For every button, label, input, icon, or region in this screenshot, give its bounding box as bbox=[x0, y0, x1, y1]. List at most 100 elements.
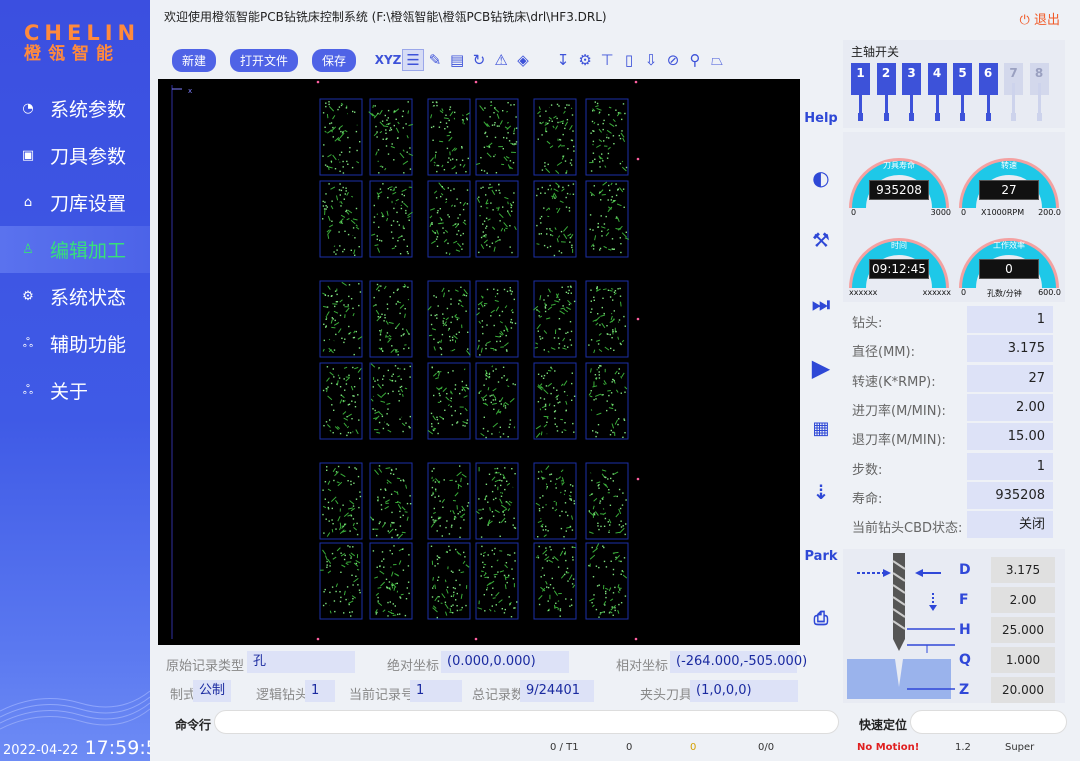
clock-date: 2022-04-22 bbox=[3, 743, 79, 758]
exit-label: 退出 bbox=[1033, 13, 1060, 28]
save-button[interactable]: 保存 bbox=[312, 48, 357, 72]
spindle-number: 5 bbox=[953, 63, 972, 83]
drill-param-label: H bbox=[959, 622, 971, 638]
help-button[interactable]: Help bbox=[804, 103, 837, 133]
drill-param-value[interactable]: 20.000 bbox=[991, 677, 1055, 703]
param-label: 直径(MM): bbox=[852, 345, 915, 361]
origin-icon[interactable]: ◐ bbox=[806, 163, 836, 193]
window-title: 欢迎使用橙瓴智能PCB钻铣床控制系统 (F:\橙瓴智能\橙瓴PCB钻铣床\drl… bbox=[164, 10, 607, 24]
no-tool-icon[interactable]: ⊘ bbox=[662, 49, 684, 71]
time-label: 时间 bbox=[891, 241, 907, 250]
sidebar: CHELIN 橙瓴智能 ◔ 系统参数 ▣ 刀具参数 ⌂ 刀库设置 ♙ 编辑加工 ⚙ 系统状态 ஃ 辅助… bbox=[0, 0, 150, 761]
pcb-drawing: x bbox=[171, 80, 640, 641]
total-records-label: 总记录数 bbox=[472, 688, 525, 703]
new-button[interactable]: 新建 bbox=[172, 48, 217, 72]
unit-value: 公制 bbox=[193, 680, 231, 702]
user-level: Super bbox=[1005, 742, 1035, 753]
drill-param-value[interactable]: 1.000 bbox=[991, 647, 1055, 673]
param-value: 2.00 bbox=[967, 393, 1053, 421]
sidebar-item-1[interactable]: ▣ 刀具参数 bbox=[0, 132, 150, 179]
exit-button[interactable]: ⏻ 退出 bbox=[1020, 9, 1060, 28]
tool-life-label: 刀具寿命 bbox=[883, 161, 915, 170]
clock-time: 17:59:55 bbox=[84, 737, 150, 759]
drill-bit-icon[interactable]: ↧ bbox=[552, 49, 574, 71]
nav-icon: ⌂ bbox=[23, 195, 33, 210]
sidebar-item-label: 系统状态 bbox=[50, 287, 127, 309]
efficiency-label: 工作效率 bbox=[993, 241, 1025, 250]
open-file-button[interactable]: 打开文件 bbox=[230, 48, 299, 72]
tool-holder-icon[interactable]: ⊤ bbox=[596, 49, 618, 71]
side-toolbar: Help ◐ ⚒ ⏭ ▶ ▦ ⇣ Park ⎙ bbox=[802, 79, 840, 645]
play-icon[interactable]: ▶ bbox=[806, 353, 836, 383]
spindle-number: 4 bbox=[927, 63, 947, 83]
sidebar-item-4[interactable]: ⚙ 系统状态 bbox=[0, 273, 150, 320]
abs-coord-label: 绝对坐标 bbox=[387, 659, 440, 674]
tool-life-gauge: 刀具寿命 935208 0 3000 bbox=[847, 136, 951, 217]
param-row: 进刀率(M/MIN): 2.00 bbox=[843, 393, 1065, 423]
drill-param-label: Z bbox=[959, 682, 970, 698]
xyz-button[interactable]: XYZ bbox=[374, 49, 402, 71]
layers-icon[interactable]: ◈ bbox=[512, 49, 534, 71]
drill-down-icon[interactable]: ⇣ bbox=[806, 477, 836, 507]
param-label: 步数: bbox=[852, 462, 883, 478]
drill-param-label: F bbox=[959, 592, 969, 608]
drill-param-value[interactable]: 25.000 bbox=[991, 617, 1055, 643]
drill-param-value[interactable]: 2.00 bbox=[991, 587, 1055, 613]
rotate-icon[interactable]: ↻ bbox=[468, 49, 490, 71]
status-count-2: 0 bbox=[690, 742, 697, 753]
total-records-value: 9/24401 bbox=[520, 680, 594, 702]
probe-icon[interactable]: ⇩ bbox=[640, 49, 662, 71]
gear-tool-icon[interactable]: ⚙ bbox=[574, 49, 596, 71]
spindle-switch-7[interactable]: 7 bbox=[1004, 63, 1023, 121]
param-row: 退刀率(M/MIN): 15.00 bbox=[843, 423, 1065, 452]
spindle-icon[interactable]: ▯ bbox=[618, 49, 640, 71]
spindle-switch-4[interactable]: 4 bbox=[927, 63, 947, 121]
info-bar: 原始记录类型 孔 绝对坐标 (0.000,0.000) 相对坐标 (-264.0… bbox=[158, 648, 807, 704]
sidebar-item-0[interactable]: ◔ 系统参数 bbox=[0, 85, 150, 132]
tool-change-icon[interactable]: ⚒ bbox=[806, 225, 836, 255]
sidebar-item-2[interactable]: ⌂ 刀库设置 bbox=[0, 179, 150, 226]
efficiency-value: 0 bbox=[979, 259, 1039, 279]
rel-coord-value: (-264.000,-505.000) bbox=[670, 651, 807, 673]
drill-param-value[interactable]: 3.175 bbox=[991, 557, 1055, 583]
time-gauge: 时间 09:12:45 xxxxxx xxxxxx bbox=[847, 216, 951, 297]
edit-icon[interactable]: ✎ bbox=[424, 49, 446, 71]
nav-icon: ஃ bbox=[22, 335, 34, 351]
warning-icon[interactable]: ⚠ bbox=[490, 49, 512, 71]
step-icon[interactable]: ⏭ bbox=[806, 289, 836, 319]
param-label: 退刀率(M/MIN): bbox=[852, 433, 946, 449]
param-row: 钻头: 1 bbox=[843, 306, 1065, 335]
sidebar-item-5[interactable]: ஃ 辅助功能 bbox=[0, 320, 150, 367]
spindle-switch-5[interactable]: 5 bbox=[953, 63, 972, 121]
document-icon[interactable]: ▤ bbox=[446, 49, 468, 71]
measure-icon[interactable]: ⏢ bbox=[706, 49, 728, 71]
command-line-label: 命令行 bbox=[175, 718, 212, 732]
pcb-preview-canvas[interactable]: x bbox=[158, 79, 800, 645]
param-label: 寿命: bbox=[852, 491, 883, 507]
sidebar-item-3[interactable]: ♙ 编辑加工 bbox=[0, 226, 150, 273]
spindle-switch-1[interactable]: 1 bbox=[851, 63, 870, 121]
nav-icon: ◔ bbox=[22, 101, 34, 116]
sidebar-item-6[interactable]: ஃ 关于 bbox=[0, 367, 150, 414]
command-line-input[interactable] bbox=[214, 710, 839, 734]
quick-position-input[interactable] bbox=[910, 710, 1067, 734]
abs-coord-value: (0.000,0.000) bbox=[441, 651, 569, 673]
param-row: 寿命: 935208 bbox=[843, 481, 1065, 511]
spindle-switch-6[interactable]: 6 bbox=[978, 63, 998, 121]
status-count-1: 0 bbox=[626, 742, 633, 753]
drill-param-label: Q bbox=[959, 652, 971, 668]
search-tool-icon[interactable]: ⚲ bbox=[684, 49, 706, 71]
spindle-switch-8[interactable]: 8 bbox=[1029, 63, 1049, 121]
spindle-switch-2[interactable]: 2 bbox=[876, 63, 896, 121]
spindle-number: 1 bbox=[851, 63, 870, 83]
current-record-value: 1 bbox=[410, 680, 462, 702]
efficiency-max: 600.0 bbox=[1038, 288, 1061, 297]
list-icon[interactable]: ☰ bbox=[402, 49, 425, 71]
raw-type-value: 孔 bbox=[247, 651, 355, 673]
cfg-icon[interactable]: ⎙ bbox=[806, 603, 836, 633]
park-button[interactable]: Park bbox=[805, 541, 838, 571]
efficiency-gauge: 工作效率 0 0 孔数/分钟 600.0 bbox=[957, 216, 1061, 298]
table-icon[interactable]: ▦ bbox=[806, 413, 836, 443]
param-label: 钻头: bbox=[852, 316, 883, 331]
spindle-switch-3[interactable]: 3 bbox=[902, 63, 921, 121]
